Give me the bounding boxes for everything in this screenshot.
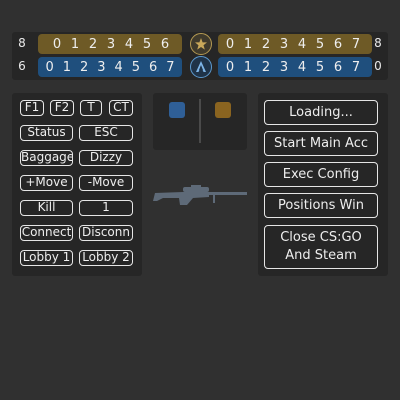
round-cell: 2 (261, 36, 271, 52)
minus-move-button[interactable]: -Move (79, 175, 133, 191)
round-cell: 3 (106, 36, 116, 52)
right-top-score: 8 (374, 36, 382, 50)
connect-button[interactable]: Connect (20, 225, 73, 241)
round-cell: 3 (279, 59, 289, 75)
round-cell: 0 (225, 59, 235, 75)
count-field[interactable]: 1 (79, 200, 133, 216)
terrorist-emblem-icon (190, 33, 212, 55)
ct-team-swatch[interactable] (169, 102, 185, 118)
round-cell: 3 (279, 36, 289, 52)
round-cell: 0 (52, 36, 62, 52)
round-cell: 1 (62, 59, 72, 75)
team-select-panel (153, 93, 247, 150)
round-cell: 7 (166, 59, 175, 75)
sniper-rifle-icon (153, 183, 248, 211)
f2-button[interactable]: F2 (50, 100, 74, 116)
exec-config-button[interactable]: Exec Config (264, 162, 378, 187)
left-bottom-round-row: 0 1 2 3 4 5 6 7 (38, 57, 182, 77)
round-cell: 1 (243, 59, 253, 75)
round-cell: 2 (79, 59, 89, 75)
ct-score: 6 (18, 59, 26, 73)
round-cell: 6 (148, 59, 158, 75)
t-team-swatch[interactable] (215, 102, 231, 118)
command-keys-panel: F1 F2 T CT Status ESC Baggage Dizzy +Mov… (12, 93, 142, 276)
round-cell: 6 (160, 36, 170, 52)
start-main-account-button[interactable]: Start Main Acc (264, 131, 378, 156)
close-line-1: Close CS:GO (280, 230, 362, 245)
counter-terrorist-emblem-icon (190, 56, 212, 78)
round-cell: 4 (114, 59, 123, 75)
scoreboard: 8 6 0 1 2 3 4 5 6 0 1 2 3 4 5 6 7 0 1 2 … (12, 32, 388, 80)
round-cell: 7 (351, 36, 361, 52)
actions-panel: Loading... Start Main Acc Exec Config Po… (258, 93, 388, 276)
close-csgo-steam-button[interactable]: Close CS:GO And Steam (264, 225, 378, 269)
disconnect-button[interactable]: Disconn (79, 225, 133, 241)
f1-button[interactable]: F1 (20, 100, 44, 116)
round-cell: 6 (333, 59, 343, 75)
round-cell: 0 (225, 36, 235, 52)
ct-team-button[interactable]: CT (109, 100, 133, 116)
right-top-round-row: 0 1 2 3 4 5 6 7 (218, 34, 372, 54)
t-score: 8 (18, 36, 26, 50)
status-button[interactable]: Status (20, 125, 73, 141)
right-bottom-round-row: 0 1 2 3 4 5 6 7 (218, 57, 372, 77)
esc-button[interactable]: ESC (79, 125, 133, 141)
round-cell: 7 (351, 59, 361, 75)
lobby1-button[interactable]: Lobby 1 (20, 250, 73, 266)
right-bottom-score: 0 (374, 59, 382, 73)
lobby2-button[interactable]: Lobby 2 (79, 250, 133, 266)
round-cell: 1 (243, 36, 253, 52)
round-cell: 4 (297, 59, 307, 75)
round-cell: 2 (88, 36, 98, 52)
round-cell: 0 (45, 59, 54, 75)
round-cell: 5 (142, 36, 152, 52)
round-cell: 1 (70, 36, 80, 52)
round-cell: 3 (97, 59, 106, 75)
loading-button[interactable]: Loading... (264, 100, 378, 125)
close-line-2: And Steam (285, 248, 357, 263)
round-cell: 5 (131, 59, 141, 75)
divider (199, 99, 201, 143)
positions-win-button[interactable]: Positions Win (264, 193, 378, 218)
plus-move-button[interactable]: +Move (20, 175, 73, 191)
round-cell: 5 (315, 59, 325, 75)
round-cell: 6 (333, 36, 343, 52)
round-cell: 4 (297, 36, 307, 52)
kill-button[interactable]: Kill (20, 200, 73, 216)
round-cell: 5 (315, 36, 325, 52)
baggage-button[interactable]: Baggage (20, 150, 73, 166)
dizzy-button[interactable]: Dizzy (79, 150, 133, 166)
round-cell: 4 (124, 36, 134, 52)
t-team-button[interactable]: T (80, 100, 102, 116)
round-cell: 2 (261, 59, 271, 75)
left-top-round-row: 0 1 2 3 4 5 6 (38, 34, 182, 54)
